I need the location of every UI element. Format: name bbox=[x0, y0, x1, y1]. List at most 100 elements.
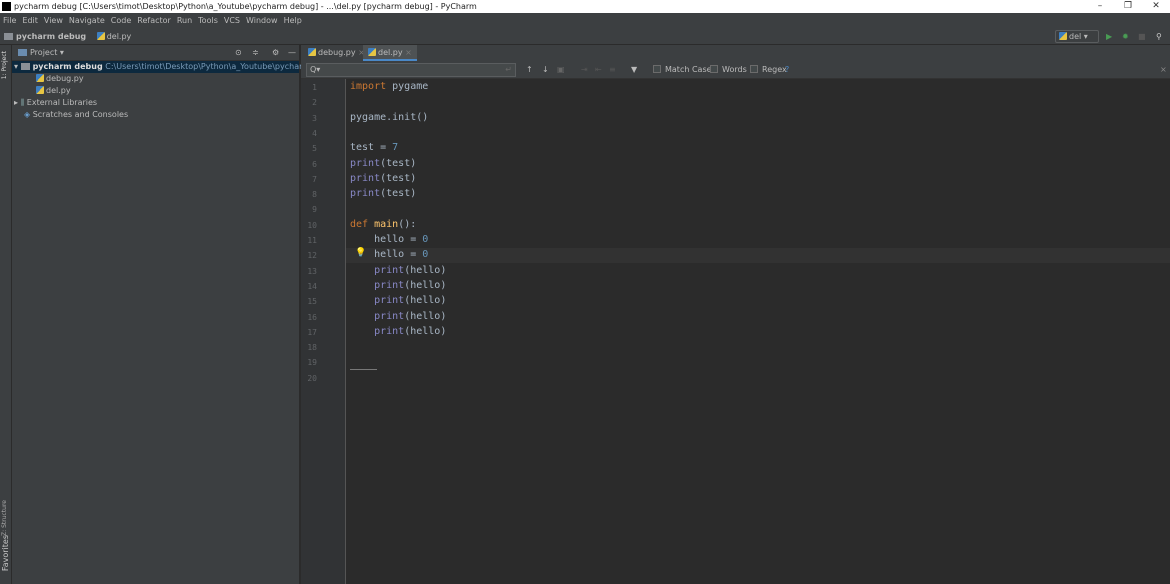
line-number: 9 bbox=[312, 205, 317, 215]
title-bar: pycharm debug [C:\Users\timot\Desktop\Py… bbox=[0, 0, 1170, 13]
words-checkbox[interactable]: Words bbox=[710, 61, 747, 79]
gear-icon[interactable]: ⚙ bbox=[272, 45, 279, 61]
folder-icon bbox=[4, 33, 13, 40]
favorites-tool-tab[interactable]: Favorites bbox=[1, 535, 10, 571]
line-number: 3 bbox=[312, 113, 317, 123]
project-view-icon bbox=[18, 49, 27, 56]
project-panel: Project ▾ ⊙ ≑ ⚙ — ▾ pycharm debug C:\Use… bbox=[12, 45, 338, 584]
code-line[interactable]: def main(): bbox=[350, 219, 416, 230]
run-config-select[interactable]: del ▾ bbox=[1055, 30, 1099, 43]
menu-window[interactable]: Window bbox=[246, 16, 278, 25]
tab-debug-py[interactable]: debug.py × bbox=[303, 45, 370, 61]
tree-external-libraries[interactable]: ▸ ⫼ External Libraries bbox=[12, 97, 299, 109]
code-line[interactable]: print(test) bbox=[350, 158, 416, 169]
search-icon: Q▾ bbox=[310, 65, 321, 74]
menu-view[interactable]: View bbox=[44, 16, 63, 25]
code-line[interactable]: print(hello) bbox=[350, 311, 446, 322]
line-gutter: 1 2 3 4 5 6 7 8 9 10 11 12 13 14 15 16 17 18 19 20 bbox=[301, 79, 346, 584]
menu-navigate[interactable]: Navigate bbox=[69, 16, 105, 25]
code-line[interactable]: hello = 0 bbox=[350, 234, 428, 245]
code-line[interactable]: print(hello) bbox=[350, 280, 446, 291]
select-all-icon[interactable]: ▣ bbox=[557, 61, 565, 79]
menu-bar: File Edit View Navigate Code Refactor Run Tools… bbox=[0, 13, 1170, 29]
previous-occurrence-icon[interactable]: ↑ bbox=[526, 61, 533, 79]
menu-vcs[interactable]: VCS bbox=[224, 16, 240, 25]
line-number: 6 bbox=[312, 159, 317, 169]
tab-del-py[interactable]: del.py × bbox=[363, 45, 417, 61]
code-line[interactable]: import pygame bbox=[350, 81, 428, 92]
line-number: 19 bbox=[307, 358, 317, 368]
folder-icon bbox=[20, 63, 30, 70]
menu-code[interactable]: Code bbox=[111, 16, 131, 25]
method-separator bbox=[350, 369, 377, 370]
line-number: 14 bbox=[307, 281, 317, 291]
library-icon: ⫼ bbox=[20, 98, 25, 107]
add-occurrence-icon[interactable]: ⇥ bbox=[581, 61, 588, 79]
tree-file[interactable]: debug.py bbox=[12, 73, 299, 85]
code-line[interactable]: pygame.init() bbox=[350, 112, 428, 123]
code-line[interactable]: print(hello) bbox=[350, 326, 446, 337]
stop-icon[interactable]: ■ bbox=[1138, 29, 1146, 45]
tree-scratches[interactable]: ◈ Scratches and Consoles bbox=[12, 109, 299, 121]
tree-root[interactable]: ▾ pycharm debug C:\Users\timot\Desktop\P… bbox=[12, 61, 338, 73]
line-number: 11 bbox=[307, 236, 317, 245]
python-icon bbox=[1059, 32, 1067, 40]
code-line[interactable]: print(test) bbox=[350, 188, 416, 199]
menu-tools[interactable]: Tools bbox=[198, 16, 218, 25]
close-tab-icon[interactable]: × bbox=[405, 48, 412, 57]
python-file-icon bbox=[96, 32, 105, 40]
locate-icon[interactable]: ⊙ bbox=[235, 45, 242, 61]
python-file-icon bbox=[36, 86, 44, 94]
line-number: 1 bbox=[312, 83, 317, 92]
code-line[interactable]: print(hello) bbox=[350, 265, 446, 276]
window-title: pycharm debug [C:\Users\timot\Desktop\Py… bbox=[14, 2, 477, 11]
menu-file[interactable]: File bbox=[3, 16, 16, 25]
minimize-button[interactable]: – bbox=[1085, 0, 1115, 13]
help-icon[interactable]: ? bbox=[785, 61, 789, 79]
lightbulb-icon[interactable]: 💡 bbox=[355, 248, 366, 258]
python-file-icon bbox=[36, 74, 44, 82]
line-number: 20 bbox=[307, 373, 317, 383]
line-number: 2 bbox=[312, 98, 317, 108]
run-icon[interactable]: ▶ bbox=[1106, 29, 1112, 45]
next-occurrence-icon[interactable]: ↓ bbox=[542, 61, 549, 79]
filter-icon[interactable]: ▼ bbox=[631, 61, 637, 79]
debug-icon[interactable]: ✹ bbox=[1122, 29, 1129, 45]
project-panel-header: Project ▾ ⊙ ≑ ⚙ — bbox=[12, 45, 299, 61]
code-line[interactable]: print(test) bbox=[350, 173, 416, 184]
close-find-icon[interactable]: × bbox=[1160, 61, 1167, 79]
menu-refactor[interactable]: Refactor bbox=[137, 16, 171, 25]
project-view-select[interactable]: Project bbox=[30, 48, 57, 57]
match-case-checkbox[interactable]: Match Case bbox=[653, 61, 712, 79]
code-line[interactable]: print(hello) bbox=[350, 295, 446, 306]
close-button[interactable]: ✕ bbox=[1141, 0, 1170, 13]
find-bar: Q▾ ↵ ↑ ↓ ▣ ⇥ ⇤ ≡ ▼ Match Case Words Rege… bbox=[301, 61, 1170, 79]
find-input[interactable]: Q▾ ↵ bbox=[306, 63, 516, 77]
menu-help[interactable]: Help bbox=[284, 16, 302, 25]
select-all-occurrences-icon[interactable]: ≡ bbox=[609, 61, 616, 79]
python-file-icon bbox=[368, 48, 376, 56]
menu-edit[interactable]: Edit bbox=[22, 16, 38, 25]
maximize-button[interactable]: ❐ bbox=[1113, 0, 1143, 13]
tree-file[interactable]: del.py bbox=[12, 85, 299, 97]
collapse-icon[interactable]: ≑ bbox=[252, 45, 259, 61]
line-number: 17 bbox=[307, 327, 317, 337]
line-number: 18 bbox=[307, 343, 317, 353]
line-number: 12 bbox=[307, 251, 317, 261]
regex-checkbox[interactable]: Regex bbox=[750, 61, 787, 79]
scratches-icon: ◈ bbox=[24, 110, 31, 119]
project-tool-tab[interactable]: 1: Project bbox=[1, 51, 8, 79]
enter-icon: ↵ bbox=[505, 65, 512, 74]
menu-run[interactable]: Run bbox=[177, 16, 192, 25]
remove-occurrence-icon[interactable]: ⇤ bbox=[595, 61, 602, 79]
nav-project[interactable]: pycharm debug bbox=[16, 32, 86, 41]
line-number: 10 bbox=[307, 220, 317, 230]
search-icon[interactable]: ⚲ bbox=[1156, 29, 1162, 45]
code-line[interactable]: test = 7 bbox=[350, 142, 398, 153]
line-number: 4 bbox=[312, 128, 317, 138]
hide-icon[interactable]: — bbox=[288, 45, 296, 61]
pycharm-logo-icon bbox=[2, 2, 11, 11]
structure-tool-tab[interactable]: Z: Structure bbox=[1, 500, 8, 536]
nav-file[interactable]: del.py bbox=[107, 32, 132, 41]
line-number: 13 bbox=[307, 266, 317, 276]
